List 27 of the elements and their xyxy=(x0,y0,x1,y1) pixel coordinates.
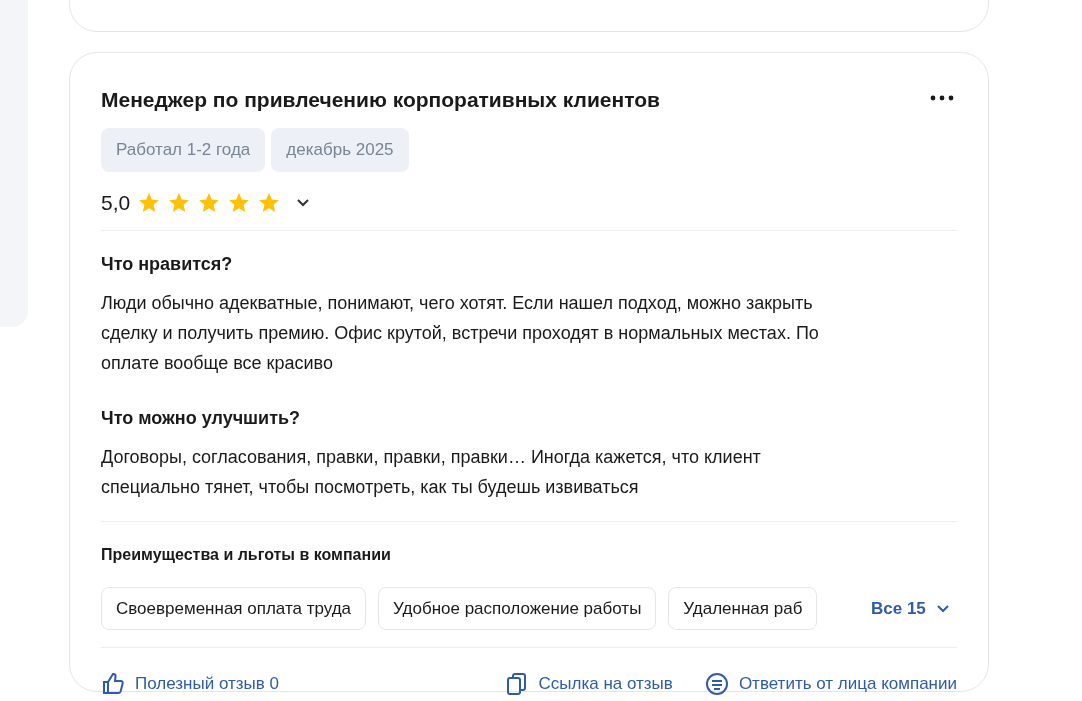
review-title: Менеджер по привлечению корпоративных клиентов xyxy=(101,87,660,113)
chevron-down-icon[interactable] xyxy=(296,198,311,207)
chevron-down-icon xyxy=(935,603,950,613)
message-icon xyxy=(704,671,729,696)
copy-icon xyxy=(506,671,529,696)
thumbs-up-icon xyxy=(101,671,125,696)
benefit-chip: Своевременная оплата труда xyxy=(101,586,367,630)
benefit-chip: Удаленная раб xyxy=(668,586,818,630)
star-icon xyxy=(168,192,191,213)
helpful-link[interactable]: Полезный отзыв 0 xyxy=(101,671,279,697)
more-icon[interactable] xyxy=(930,95,954,101)
star-icon xyxy=(198,192,221,213)
tag: Работал 1-2 года xyxy=(101,128,266,172)
review-link[interactable]: Ссылка на отзыв xyxy=(506,671,673,697)
star-icon xyxy=(138,192,161,213)
star-icon xyxy=(258,192,281,213)
benefit-chip: Удобное расположение работы xyxy=(378,586,657,630)
section-text: Договоры, согласования, правки, правки, правки… Иногда кажется, что клиент специально тянет, чтобы посмотреть, как ты будешь извиваться xyxy=(101,445,762,499)
rating-value: 5,0 xyxy=(101,189,131,216)
tag: декабрь 2025 xyxy=(271,128,409,172)
benefits-heading: Преимущества и льготы в компании xyxy=(101,544,392,565)
show-all-button[interactable]: Все 15 xyxy=(871,595,950,621)
section-heading: Что можно улучшить? xyxy=(101,406,302,430)
section-text: Люди обычно адекватные, понимают, чего хотят. Если нашел подход, можно закрыть сделку и получить премию. Офис крутой, встречи проходят в нормальных местах. По оплате вообще все красиво xyxy=(101,291,820,375)
section-heading: Что нравится? xyxy=(101,252,234,276)
star-icon xyxy=(228,192,251,213)
reply-link[interactable]: Ответить от лица компании xyxy=(704,671,957,697)
